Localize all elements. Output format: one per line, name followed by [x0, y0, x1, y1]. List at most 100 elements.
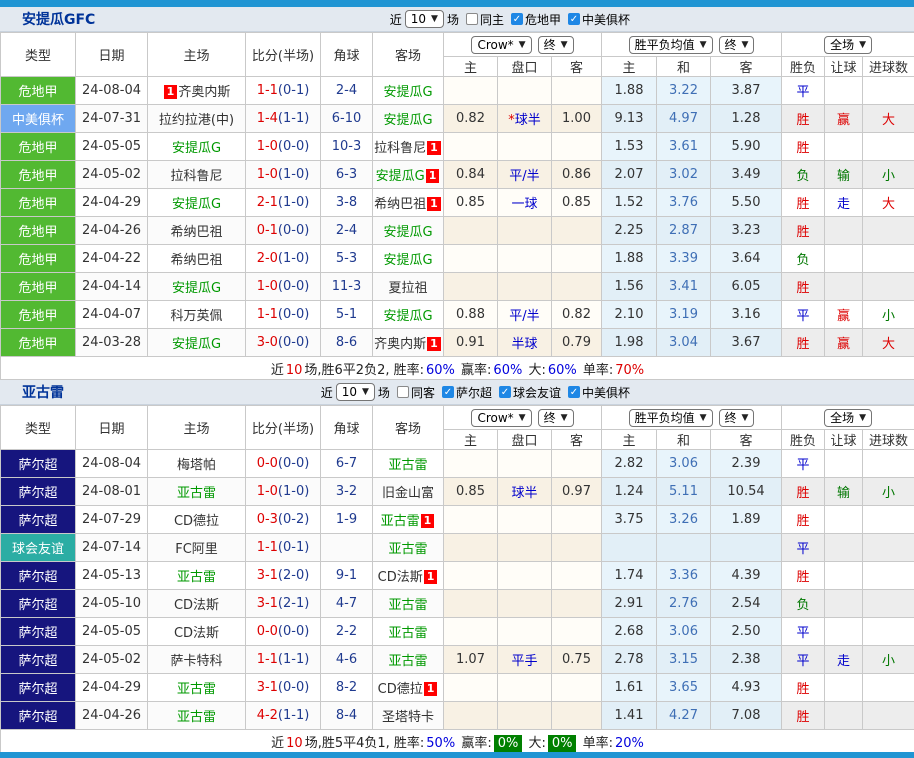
league-checkbox[interactable]: ✓	[442, 386, 454, 398]
team-name[interactable]: 亚古雷	[177, 570, 216, 585]
team-name[interactable]: 拉科鲁尼	[374, 141, 426, 156]
team-name[interactable]: CD德拉	[174, 514, 219, 529]
team-name[interactable]: 安提瓜G	[383, 85, 432, 100]
avg-select[interactable]: 胜平负均值▼	[629, 36, 713, 54]
team-name[interactable]: 希纳巴祖	[170, 253, 222, 268]
odds-final-select[interactable]: 终▼	[538, 409, 574, 427]
wdl-result: 胜	[782, 133, 825, 161]
col-handicap-result: 让球	[825, 430, 863, 450]
home-team-cell: 安提瓜G	[148, 273, 246, 301]
halftime-score: (2-1)	[278, 596, 309, 611]
goals-result	[863, 702, 914, 730]
team-name[interactable]: 亚古雷	[388, 626, 427, 641]
team-name[interactable]: 亚古雷	[381, 514, 420, 529]
handicap-result	[825, 506, 863, 534]
league-checkbox[interactable]: ✓	[568, 13, 580, 25]
score-cell: 0-1(0-0)	[246, 217, 321, 245]
handicap-line: 半球	[498, 329, 552, 357]
team-name[interactable]: 齐奥内斯	[374, 337, 426, 352]
team-name[interactable]: 安提瓜G	[172, 141, 221, 156]
team-name[interactable]: 亚古雷	[177, 486, 216, 501]
team-name[interactable]: 梅塔帕	[177, 458, 216, 473]
team-name[interactable]: FC阿里	[175, 542, 218, 557]
league-checkbox[interactable]: ✓	[499, 386, 511, 398]
corner-count	[321, 534, 373, 562]
match-row: 萨尔超24-05-05CD法斯0-0(0-0)2-2亚古雷2.683.062.5…	[1, 618, 914, 646]
team-name[interactable]: 亚古雷	[177, 710, 216, 725]
fulltime-select[interactable]: 全场▼	[824, 36, 872, 54]
avg-final-select[interactable]: 终▼	[719, 409, 755, 427]
team-name[interactable]: 安提瓜G	[376, 169, 425, 184]
avg-final-select[interactable]: 终▼	[719, 36, 755, 54]
team-name[interactable]: 夏拉祖	[388, 281, 427, 296]
wdl-result: 胜	[782, 478, 825, 506]
team-title: 亚古雷	[22, 382, 64, 402]
team-name[interactable]: 希纳巴祖	[170, 225, 222, 240]
team-name[interactable]: 科万英佩	[170, 309, 222, 324]
team-name[interactable]: 安提瓜G	[172, 197, 221, 212]
fulltime-select[interactable]: 全场▼	[824, 409, 872, 427]
team-name[interactable]: CD德拉	[378, 682, 423, 697]
team-name[interactable]: 亚古雷	[177, 682, 216, 697]
match-row: 危地甲24-04-07科万英佩1-1(0-0)5-1安提瓜G0.88平/半0.8…	[1, 301, 914, 329]
team-name[interactable]: 圣塔特卡	[382, 710, 434, 725]
team-name[interactable]: 亚古雷	[388, 598, 427, 613]
recent-count-select[interactable]: 10▼	[336, 383, 375, 401]
score-cell: 1-0(1-0)	[246, 161, 321, 189]
corner-count: 11-3	[321, 273, 373, 301]
score-cell: 1-0(1-0)	[246, 478, 321, 506]
avg-select[interactable]: 胜平负均值▼	[629, 409, 713, 427]
avg-away: 3.49	[711, 161, 782, 189]
team-name[interactable]: 齐奥内斯	[178, 85, 230, 100]
bookmaker-select[interactable]: Crow*▼	[471, 36, 531, 54]
match-row: 中美俱杯24-07-31拉约拉港(中)1-4(1-1)6-10安提瓜G0.82*…	[1, 105, 914, 133]
team-name[interactable]: 亚古雷	[388, 654, 427, 669]
handicap-line: 球半	[498, 478, 552, 506]
league-checkbox[interactable]: ✓	[568, 386, 580, 398]
wdl-result: 平	[782, 646, 825, 674]
team-name[interactable]: 萨卡特科	[170, 654, 222, 669]
avg-away: 2.38	[711, 646, 782, 674]
wdl-result: 平	[782, 450, 825, 478]
avg-draw: 4.97	[657, 105, 711, 133]
team-name[interactable]: 旧金山富	[382, 486, 434, 501]
team-name[interactable]: 亚古雷	[388, 542, 427, 557]
team-name[interactable]: 安提瓜G	[383, 253, 432, 268]
col-handicap-result: 让球	[825, 57, 863, 77]
league-checkbox[interactable]: ✓	[511, 13, 523, 25]
team-name[interactable]: 拉约拉港(中)	[159, 113, 234, 128]
team-name[interactable]: 安提瓜G	[172, 281, 221, 296]
team-name[interactable]: CD法斯	[174, 598, 219, 613]
fulltime-score: 3-0	[257, 335, 278, 350]
competition-badge: 危地甲	[1, 189, 76, 217]
score-cell: 2-0(1-0)	[246, 245, 321, 273]
wdl-result: 平	[782, 534, 825, 562]
odds-final-select[interactable]: 终▼	[538, 36, 574, 54]
same-venue-checkbox[interactable]	[397, 386, 409, 398]
same-venue-checkbox[interactable]	[466, 13, 478, 25]
team-name[interactable]: 安提瓜G	[383, 225, 432, 240]
handicap-result	[825, 77, 863, 105]
odds-home	[444, 562, 498, 590]
corner-count: 6-7	[321, 450, 373, 478]
team-name[interactable]: 拉科鲁尼	[170, 169, 222, 184]
avg-group-header: 胜平负均值▼ 终▼	[602, 33, 782, 57]
recent-count-select[interactable]: 10▼	[405, 10, 444, 28]
team-name[interactable]: 希纳巴祖	[374, 197, 426, 212]
away-team-cell: CD法斯1	[373, 562, 444, 590]
team-name[interactable]: 安提瓜G	[172, 337, 221, 352]
team-name[interactable]: CD法斯	[378, 570, 423, 585]
team-name[interactable]: 安提瓜G	[383, 309, 432, 324]
matches-table: 类型 日期 主场 比分(半场) 角球 客场 Crow*▼ 终▼ 胜平负均值▼ 终…	[0, 405, 914, 753]
team-name[interactable]: 安提瓜G	[383, 113, 432, 128]
goals-result	[863, 133, 914, 161]
team-name[interactable]: 亚古雷	[388, 458, 427, 473]
goals-result: 小	[863, 478, 914, 506]
corner-count: 5-3	[321, 245, 373, 273]
home-team-cell: 1齐奥内斯	[148, 77, 246, 105]
handicap-line: 一球	[498, 189, 552, 217]
recent-count-value: 10	[342, 385, 357, 399]
bookmaker-select[interactable]: Crow*▼	[471, 409, 531, 427]
halftime-score: (1-1)	[278, 708, 309, 723]
team-name[interactable]: CD法斯	[174, 626, 219, 641]
